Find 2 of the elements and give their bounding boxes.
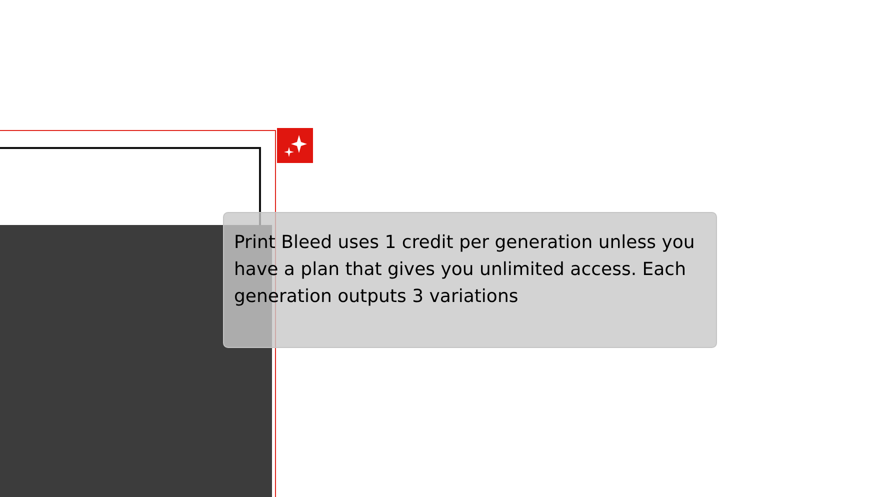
tooltip-text: Print Bleed uses 1 credit per generation unless you have a plan that gives you unlimited access. Each generation outputs 3 variations [234,231,696,309]
sparkle-button[interactable] [277,128,313,163]
